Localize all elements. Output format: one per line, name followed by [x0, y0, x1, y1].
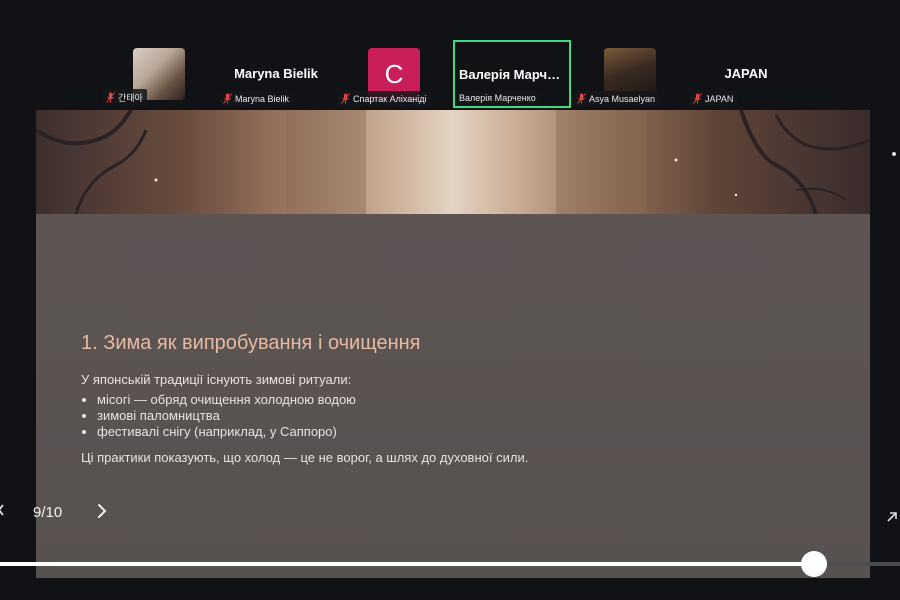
participant-tile[interactable]: JAPAN JAPAN	[688, 40, 804, 108]
participant-name: Maryna Bielik	[235, 93, 290, 104]
slide-bullet-list: місогі — обряд очищення холодною водою з…	[81, 392, 356, 440]
slide-header-artwork	[36, 110, 870, 215]
progress-fill	[0, 562, 814, 566]
list-item: місогі — обряд очищення холодною водою	[97, 392, 356, 408]
participant-tile[interactable]: C Спартак Аліханіді	[336, 40, 452, 108]
participant-tile[interactable]: Maryna Bielik Maryna Bielik	[218, 40, 334, 108]
shared-slide: 1. Зима як випробування і очищення У япо…	[36, 110, 870, 578]
expand-arrow-icon[interactable]	[886, 511, 898, 523]
participant-name-tag: Спартак Аліханіді	[338, 91, 431, 106]
participant-name-tag: Валерія Марченко	[456, 91, 540, 105]
participant-name: Спартак Аліханіді	[353, 93, 427, 104]
participant-strip: 간태아 Maryna Bielik Maryna Bielik C Спарта…	[0, 0, 900, 110]
slide-outro: Ці практики показують, що холод — це не …	[81, 450, 529, 465]
meeting-window: 간태아 Maryna Bielik Maryna Bielik C Спарта…	[0, 0, 900, 600]
slide-intro: У японській традиції існують зимові риту…	[81, 372, 352, 387]
tree-branches-illustration	[36, 110, 870, 215]
participant-name-tag: JAPAN	[690, 91, 738, 106]
chevron-right-icon[interactable]	[94, 500, 110, 522]
mic-off-icon	[223, 93, 232, 104]
participant-name-tag: 간태아	[103, 89, 147, 106]
participant-name-tag: Asya Musaelyan	[574, 91, 660, 106]
participant-big-name: Валерія Марче...	[459, 67, 566, 82]
mic-off-icon	[693, 93, 702, 104]
list-item: фестивалі снігу (наприклад, у Саппоро)	[97, 424, 356, 440]
participant-name: Asya Musaelyan	[589, 93, 656, 104]
mic-off-icon	[106, 92, 115, 103]
chevron-left-icon[interactable]	[0, 503, 4, 517]
page-indicator: 9/10	[33, 504, 63, 521]
participant-big-name: Maryna Bielik	[234, 66, 318, 81]
mic-off-icon	[577, 93, 586, 104]
indicator-dot	[892, 152, 896, 156]
participant-big-name: JAPAN	[724, 66, 768, 81]
participant-name: Валерія Марченко	[459, 93, 536, 103]
participant-tile[interactable]: Asya Musaelyan	[572, 40, 688, 108]
participant-tile[interactable]: 간태아	[101, 40, 217, 108]
progress-slider-handle[interactable]	[801, 551, 827, 577]
list-item: зимові паломництва	[97, 408, 356, 424]
participant-name-tag: Maryna Bielik	[220, 91, 294, 106]
mic-off-icon	[341, 93, 350, 104]
participant-name: JAPAN	[705, 93, 734, 104]
participant-name: 간태아	[118, 93, 143, 103]
slide-title: 1. Зима як випробування і очищення	[81, 332, 421, 354]
participant-tile-active[interactable]: Валерія Марче... Валерія Марченко	[453, 40, 571, 108]
